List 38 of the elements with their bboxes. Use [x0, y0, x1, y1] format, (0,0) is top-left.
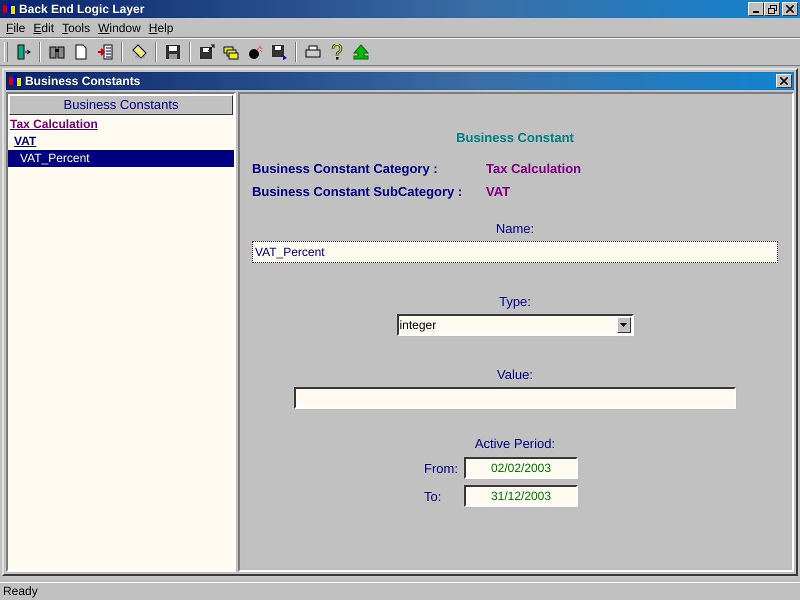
field-label: Type: [499, 294, 531, 309]
field-label: Active Period: [474, 436, 556, 451]
app-icon [8, 74, 22, 88]
value-field[interactable] [294, 387, 736, 409]
app-icon [2, 2, 16, 16]
restore-icon [768, 4, 776, 14]
tree-item[interactable]: VAT_Percent [8, 150, 234, 167]
restore-button[interactable] [764, 2, 780, 16]
dropdown-arrow-icon [620, 323, 627, 327]
menu-item[interactable]: Help [144, 20, 178, 34]
close-button[interactable] [782, 2, 798, 16]
detail-label: Business Constant SubCategory : [252, 184, 464, 199]
close-icon [786, 5, 794, 13]
tree-item[interactable]: VAT [8, 133, 234, 150]
type-dropdown[interactable]: integer [396, 314, 634, 336]
tree-header: Business Constants [9, 95, 233, 115]
field-label: Name: [496, 221, 534, 236]
detail-value: VAT [486, 184, 512, 199]
to-date-field[interactable]: 31/12/2003 [464, 485, 578, 507]
menu-item[interactable]: Window [94, 20, 145, 34]
name-field[interactable]: VAT_Percent [252, 241, 778, 263]
detail-value: Tax Calculation [486, 161, 582, 176]
close-button[interactable] [776, 74, 792, 88]
child-window-title: Business Constants [25, 74, 140, 88]
close-icon [780, 77, 788, 85]
menu-item[interactable]: File [2, 20, 30, 34]
from-label: From: [424, 460, 459, 476]
form-heading: Business Constant [456, 130, 574, 145]
field-label: Value: [497, 367, 533, 382]
to-label: To: [424, 488, 442, 504]
menu-item[interactable]: Edit [29, 20, 58, 34]
tree-item[interactable]: Tax Calculation [8, 116, 234, 133]
from-date-field[interactable]: 02/02/2003 [464, 457, 578, 479]
window-title: Back End Logic Layer [19, 2, 144, 16]
detail-label: Business Constant Category : [252, 161, 439, 176]
menu-item[interactable]: Tools [58, 20, 94, 34]
status-text: Ready [3, 584, 38, 598]
minimize-button[interactable] [748, 2, 764, 16]
